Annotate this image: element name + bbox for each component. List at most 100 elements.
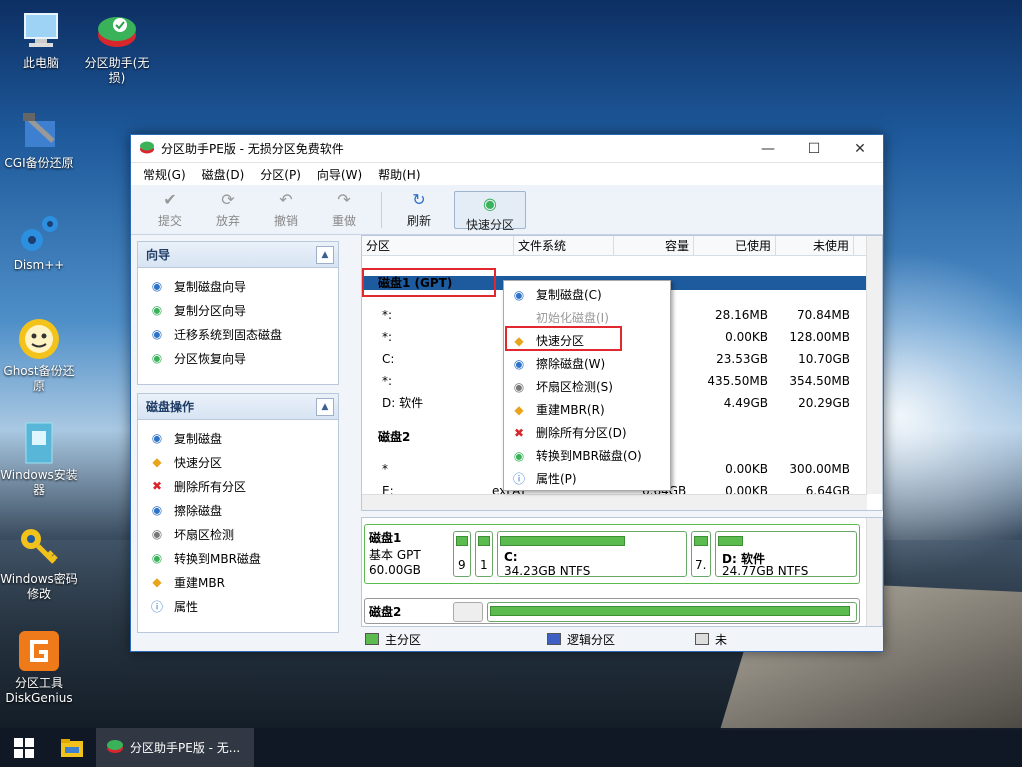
op-convert-mbr[interactable]: ◉ 转换到MBR磁盘 bbox=[148, 546, 338, 570]
op-copy-disk[interactable]: ◉ 复制磁盘 bbox=[148, 426, 338, 450]
quick-partition-label: 快速分区 bbox=[465, 217, 514, 232]
undo-button[interactable]: ↶ 撤销 bbox=[257, 190, 315, 229]
cell-partition: * bbox=[382, 462, 388, 476]
partition-block[interactable]: 9 bbox=[453, 531, 471, 577]
collapse-icon[interactable]: ▲ bbox=[316, 397, 334, 416]
ctx-properties[interactable]: ⓘ 属性(P) bbox=[504, 467, 670, 490]
maximize-button[interactable]: ☐ bbox=[791, 135, 837, 163]
col-partition[interactable]: 分区 bbox=[362, 236, 514, 255]
disk1-type: 基本 GPT bbox=[369, 548, 421, 562]
op-rebuild-mbr[interactable]: ◆ 重建MBR bbox=[148, 570, 338, 594]
ctx-bad-sector[interactable]: ◉ 坏扇区检测(S) bbox=[504, 375, 670, 398]
ctx-label: 重建MBR(R) bbox=[536, 403, 605, 417]
menu-wizard[interactable]: 向导(W) bbox=[309, 166, 370, 183]
menu-partition[interactable]: 分区(P) bbox=[252, 166, 309, 183]
op-label: 转换到MBR磁盘 bbox=[174, 551, 261, 566]
recover-partition-icon: ◉ bbox=[151, 351, 163, 365]
op-label: 删除所有分区 bbox=[174, 479, 247, 494]
col-used[interactable]: 已使用 bbox=[694, 236, 776, 255]
menu-disk[interactable]: 磁盘(D) bbox=[194, 166, 253, 183]
discard-button[interactable]: ⟳ 放弃 bbox=[199, 190, 257, 229]
desktop-icon-label: CGI备份还原 bbox=[4, 156, 74, 170]
partition-c-block[interactable]: C: 34.23GB NTFS bbox=[497, 531, 687, 578]
logical-swatch bbox=[547, 633, 562, 645]
close-button[interactable]: ✕ bbox=[837, 135, 883, 163]
vertical-scrollbar[interactable] bbox=[866, 236, 882, 494]
wizard-migrate-os[interactable]: ◉ 迁移系统到固态磁盘 bbox=[148, 322, 338, 346]
op-bad-sector[interactable]: ◉ 坏扇区检测 bbox=[148, 522, 338, 546]
ctx-convert-mbr[interactable]: ◉ 转换到MBR磁盘(O) bbox=[504, 444, 670, 467]
disk2-map[interactable]: 磁盘2 bbox=[364, 598, 860, 624]
taskbar-app-label: 分区助手PE版 - 无... bbox=[130, 741, 241, 755]
taskbar-app-partition-assistant[interactable]: 分区助手PE版 - 无... bbox=[96, 728, 254, 767]
cell-used: 0.00KB bbox=[725, 330, 768, 344]
col-capacity[interactable]: 容量 bbox=[614, 236, 694, 255]
desktop-icon-this-pc[interactable]: 此电脑 bbox=[2, 10, 80, 71]
bad-sector-icon: ◉ bbox=[513, 379, 525, 394]
disk1-map[interactable]: 磁盘1 基本 GPT 60.00GB 9 1 C: 34.23GB NTFS 7.… bbox=[364, 524, 860, 584]
desktop-icon-ghost[interactable]: Ghost备份还原 bbox=[0, 318, 78, 394]
cell-used: 28.16MB bbox=[715, 308, 768, 322]
cell-used: 4.49GB bbox=[723, 396, 768, 410]
col-free[interactable]: 未使用 bbox=[776, 236, 854, 255]
quick-partition-icon: ◉ bbox=[483, 193, 497, 213]
desktop-icon-partition-assistant[interactable]: 分区助手(无损) bbox=[78, 10, 156, 86]
desktop-icon-label: Windows安装器 bbox=[0, 468, 78, 497]
op-properties[interactable]: ⓘ 属性 bbox=[148, 594, 338, 618]
refresh-label: 刷新 bbox=[406, 214, 431, 228]
desktop-icon-label: 此电脑 bbox=[22, 56, 59, 70]
disk2-row[interactable]: 磁盘2 bbox=[366, 426, 410, 448]
wizard-copy-partition[interactable]: ◉ 复制分区向导 bbox=[148, 298, 338, 322]
op-quick-partition[interactable]: ◆ 快速分区 bbox=[148, 450, 338, 474]
desktop-icon-diskgenius[interactable]: 分区工具DiskGenius bbox=[0, 630, 78, 706]
col-filesystem[interactable]: 文件系统 bbox=[514, 236, 614, 255]
partition-d-block[interactable]: D: 软件 24.77GB NTFS bbox=[715, 531, 857, 578]
unallocated-swatch bbox=[695, 633, 710, 645]
wizard-recover-partition[interactable]: ◉ 分区恢复向导 bbox=[148, 346, 338, 370]
ctx-rebuild-mbr[interactable]: ◆ 重建MBR(R) bbox=[504, 398, 670, 421]
title-bar: 分区助手PE版 - 无损分区免费软件 — ☐ ✕ bbox=[131, 135, 883, 163]
cell-free: 354.50MB bbox=[789, 374, 850, 388]
op-wipe-disk[interactable]: ◉ 擦除磁盘 bbox=[148, 498, 338, 522]
rebuild-mbr-icon: ◆ bbox=[152, 575, 162, 589]
start-button[interactable] bbox=[0, 728, 48, 767]
partition-block[interactable]: 7. bbox=[691, 531, 711, 577]
undo-label: 撤销 bbox=[273, 214, 298, 228]
menu-help[interactable]: 帮助(H) bbox=[370, 166, 428, 183]
op-delete-all[interactable]: ✖ 删除所有分区 bbox=[148, 474, 338, 498]
legend-logical: 逻辑分区 bbox=[567, 632, 616, 647]
cell-used: 0.00KB bbox=[725, 462, 768, 476]
refresh-button[interactable]: ↻ 刷新 bbox=[390, 190, 448, 229]
map-scrollbar[interactable] bbox=[866, 518, 882, 626]
redo-icon: ↷ bbox=[337, 190, 351, 209]
minimize-button[interactable]: — bbox=[745, 135, 791, 163]
quick-partition-icon: ◆ bbox=[152, 455, 162, 469]
refresh-icon: ↻ bbox=[412, 190, 426, 209]
desktop-icon-password[interactable]: Windows密码修改 bbox=[0, 526, 78, 602]
partition-block[interactable] bbox=[487, 602, 857, 622]
ctx-wipe-disk[interactable]: ◉ 擦除磁盘(W) bbox=[504, 352, 670, 375]
horizontal-scrollbar[interactable] bbox=[362, 494, 867, 510]
partition-block[interactable] bbox=[453, 602, 483, 622]
desktop-icon-windows-installer[interactable]: Windows安装器 bbox=[0, 422, 78, 498]
wizard-item-label: 迁移系统到固态磁盘 bbox=[174, 327, 283, 342]
op-label: 重建MBR bbox=[174, 575, 225, 590]
menu-general[interactable]: 常规(G) bbox=[135, 166, 194, 183]
partition-block[interactable]: 1 bbox=[475, 531, 493, 577]
desktop-icon-dism[interactable]: Dism++ bbox=[0, 212, 78, 273]
commit-button[interactable]: ✔ 提交 bbox=[141, 190, 199, 229]
legend-primary: 主分区 bbox=[385, 632, 422, 647]
quick-partition-button[interactable]: ◉ 快速分区 bbox=[454, 190, 526, 232]
collapse-icon[interactable]: ▲ bbox=[316, 245, 334, 264]
partition-c-info: 34.23GB NTFS bbox=[504, 564, 591, 578]
disk2-name: 磁盘2 bbox=[369, 605, 402, 619]
desktop-icon-label: 分区工具DiskGenius bbox=[5, 676, 73, 705]
ctx-delete-partitions[interactable]: ✖ 删除所有分区(D) bbox=[504, 421, 670, 444]
file-explorer-button[interactable] bbox=[48, 728, 96, 767]
dism-gear-icon bbox=[18, 212, 60, 254]
desktop-icon-cgi[interactable]: CGI备份还原 bbox=[0, 110, 78, 171]
menu-bar: 常规(G) 磁盘(D) 分区(P) 向导(W) 帮助(H) bbox=[131, 163, 883, 185]
wizard-copy-disk[interactable]: ◉ 复制磁盘向导 bbox=[148, 274, 338, 298]
redo-button[interactable]: ↷ 重做 bbox=[315, 190, 373, 229]
ctx-copy-disk[interactable]: ◉ 复制磁盘(C) bbox=[504, 283, 670, 306]
